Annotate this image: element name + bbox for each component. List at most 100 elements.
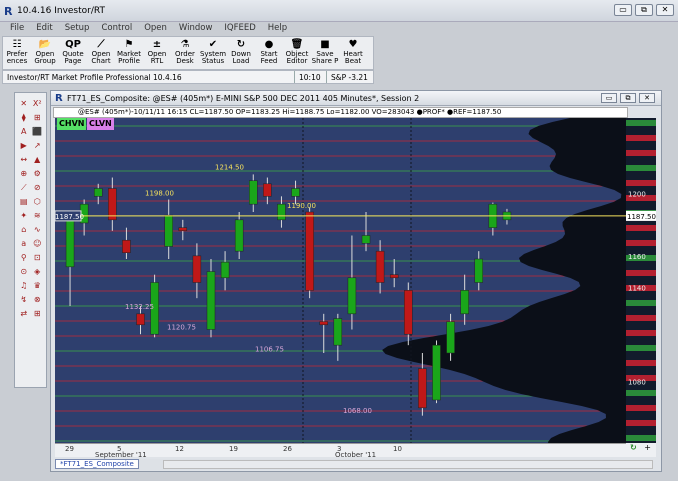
axis-price-marker-label: 1187.50 — [627, 213, 656, 221]
drawing-tool-icon[interactable]: ✦ — [17, 209, 31, 223]
drawing-tool-icon[interactable]: ⊗ — [31, 293, 45, 307]
drawing-tool-icon[interactable]: ↔ — [17, 153, 31, 167]
axis-level-marker — [626, 330, 656, 336]
axis-level-marker — [626, 420, 656, 426]
minimize-button[interactable]: ▭ — [614, 4, 632, 16]
toolbar-button-12[interactable]: ♥ Heart Beat — [339, 37, 367, 71]
candle-body — [65, 219, 75, 268]
price-chart-plot[interactable]: 1214.50 1198.00 1190.00 1132.25 1120.75 1106.… — [55, 118, 626, 447]
toolbar-button-3[interactable]: ⟋ Open Chart — [87, 37, 115, 71]
candle-body — [164, 214, 173, 247]
toolbar-button-9[interactable]: ● Start Feed — [255, 37, 283, 71]
x-tick-label: 12 — [175, 445, 184, 453]
menu-open[interactable]: Open — [138, 22, 173, 36]
close-button[interactable]: ✕ — [656, 4, 674, 16]
toolbar-button-2[interactable]: QP Quote Page — [59, 37, 87, 71]
price-axis: 1200 1160 1140 1080 1187.50 — [626, 118, 656, 447]
tag-chvn[interactable]: CHVN — [57, 118, 87, 130]
candle-body — [389, 274, 399, 279]
drawing-tool-icon[interactable]: ⌂ — [17, 223, 31, 237]
plus-icon[interactable]: + — [644, 443, 651, 452]
drawing-tool-icon[interactable]: A — [17, 125, 31, 139]
drawing-tool-icon[interactable]: ⟋ — [17, 181, 31, 195]
chart-info-text: @ES# (405m*)-10/11/11 16:15 CL=1187.50 O… — [78, 108, 502, 116]
drawing-tool-icon[interactable]: ⇄ — [17, 307, 31, 321]
candle-body — [333, 318, 343, 346]
drawing-tool-icon[interactable]: ↗ — [31, 139, 45, 153]
toolbar-button-10[interactable]: 🗑 Object Editor — [283, 37, 311, 71]
drawing-tool-icon[interactable]: ⊡ — [31, 251, 45, 265]
menu-help[interactable]: Help — [262, 22, 293, 36]
toolbar-label-line2: Status — [201, 57, 225, 65]
chart-close-button[interactable]: ✕ — [639, 93, 655, 103]
axis-level-marker — [626, 120, 656, 126]
drawing-tool-icon[interactable]: ☺ — [31, 237, 45, 251]
axis-level-marker — [626, 315, 656, 321]
candle-body — [93, 188, 103, 197]
chart-window: R FT71_ES_Composite: @ES# (405m*) E-MINI… — [50, 90, 662, 472]
toolbar-label-line2: Page — [64, 57, 82, 65]
chart-minimize-button[interactable]: ▭ — [601, 93, 617, 103]
toolbar-label-line2: Desk — [176, 57, 194, 65]
tag-clvn[interactable]: CLVN — [87, 118, 114, 130]
app-title: 10.4.16 Investor/RT — [17, 6, 105, 16]
toolbar-button-8[interactable]: ↻ Down Load — [227, 37, 255, 71]
menu-bar: File Edit Setup Control Open Window IQFE… — [0, 22, 678, 36]
menu-control[interactable]: Control — [95, 22, 138, 36]
drawing-tool-icon[interactable]: ⊞ — [31, 111, 45, 125]
candle-body — [277, 203, 286, 221]
toolbar-button-7[interactable]: ✔ System Status — [199, 37, 227, 71]
drawing-tool-icon[interactable]: ≋ — [31, 209, 45, 223]
drawing-tool-icon[interactable]: ▤ — [17, 195, 31, 209]
drawing-tool-icon[interactable]: ⧫ — [17, 111, 31, 125]
drawing-tool-icon[interactable]: ✕ — [17, 97, 31, 111]
axis-level-marker — [626, 345, 656, 351]
drawing-tool-icon[interactable]: ▶ — [17, 139, 31, 153]
drawing-tool-icon[interactable]: ▲ — [31, 153, 45, 167]
toolbar-button-4[interactable]: ⚑ Market Profile — [115, 37, 143, 71]
drawing-tool-icon[interactable]: ⚙ — [31, 167, 45, 181]
drawing-tool-icon[interactable]: X² — [31, 97, 45, 111]
refresh-icon[interactable]: ↻ — [630, 443, 637, 452]
drawing-tool-icon[interactable]: ⊘ — [31, 181, 45, 195]
menu-file[interactable]: File — [4, 22, 30, 36]
drawing-tool-icon[interactable]: ⊞ — [31, 307, 45, 321]
price-label: 1214.50 — [215, 164, 244, 172]
axis-level-marker — [626, 270, 656, 276]
drawing-tool-icon[interactable]: ⬡ — [31, 195, 45, 209]
chart-maximize-button[interactable]: ⧉ — [620, 93, 636, 103]
drawing-tool-icon[interactable]: ◈ — [31, 265, 45, 279]
drawing-tool-icon[interactable]: ⊕ — [17, 167, 31, 181]
horizontal-scrollbar[interactable] — [163, 460, 653, 469]
app-logo-icon: R — [4, 5, 13, 18]
drawing-tool-icon[interactable]: ⊙ — [17, 265, 31, 279]
chart-tab[interactable]: *FT71_ES_Composite — [55, 459, 139, 469]
toolbar-button-0[interactable]: ☷ Prefer ences — [3, 37, 31, 71]
drawing-tool-icon[interactable]: ∿ — [31, 223, 45, 237]
toolbar-button-11[interactable]: ■ Save Share P — [311, 37, 339, 71]
drawing-tool-icon[interactable]: ♛ — [31, 279, 45, 293]
drawing-tool-icon[interactable]: ⬛ — [31, 125, 45, 139]
x-tick-label: 19 — [229, 445, 238, 453]
price-label: 1190.00 — [287, 202, 316, 210]
status-index: S&P -3.21 — [331, 73, 368, 82]
toolbar-button-6[interactable]: ⚗ Order Desk — [171, 37, 199, 71]
candle-body — [234, 219, 244, 252]
menu-iqfeed[interactable]: IQFEED — [218, 22, 261, 36]
price-label: 1198.00 — [145, 189, 174, 197]
toolbar-label-line2: Beat — [344, 57, 362, 65]
toolbar-button-1[interactable]: 📂 Open Group — [31, 37, 59, 71]
menu-setup[interactable]: Setup — [59, 22, 96, 36]
menu-window[interactable]: Window — [173, 22, 219, 36]
toolbar-button-5[interactable]: ± Open RTL — [143, 37, 171, 71]
axis-level-marker — [626, 390, 656, 396]
toolbar-label-line2: Chart — [91, 57, 111, 65]
axis-level-marker — [626, 165, 656, 171]
drawing-tool-icon[interactable]: ⚲ — [17, 251, 31, 265]
drawing-tool-icon[interactable]: a — [17, 237, 31, 251]
menu-edit[interactable]: Edit — [30, 22, 58, 36]
toolbar-label-line2: Feed — [260, 57, 278, 65]
drawing-tool-icon[interactable]: ♫ — [17, 279, 31, 293]
drawing-tool-icon[interactable]: ↯ — [17, 293, 31, 307]
maximize-button[interactable]: ⧉ — [635, 4, 653, 16]
